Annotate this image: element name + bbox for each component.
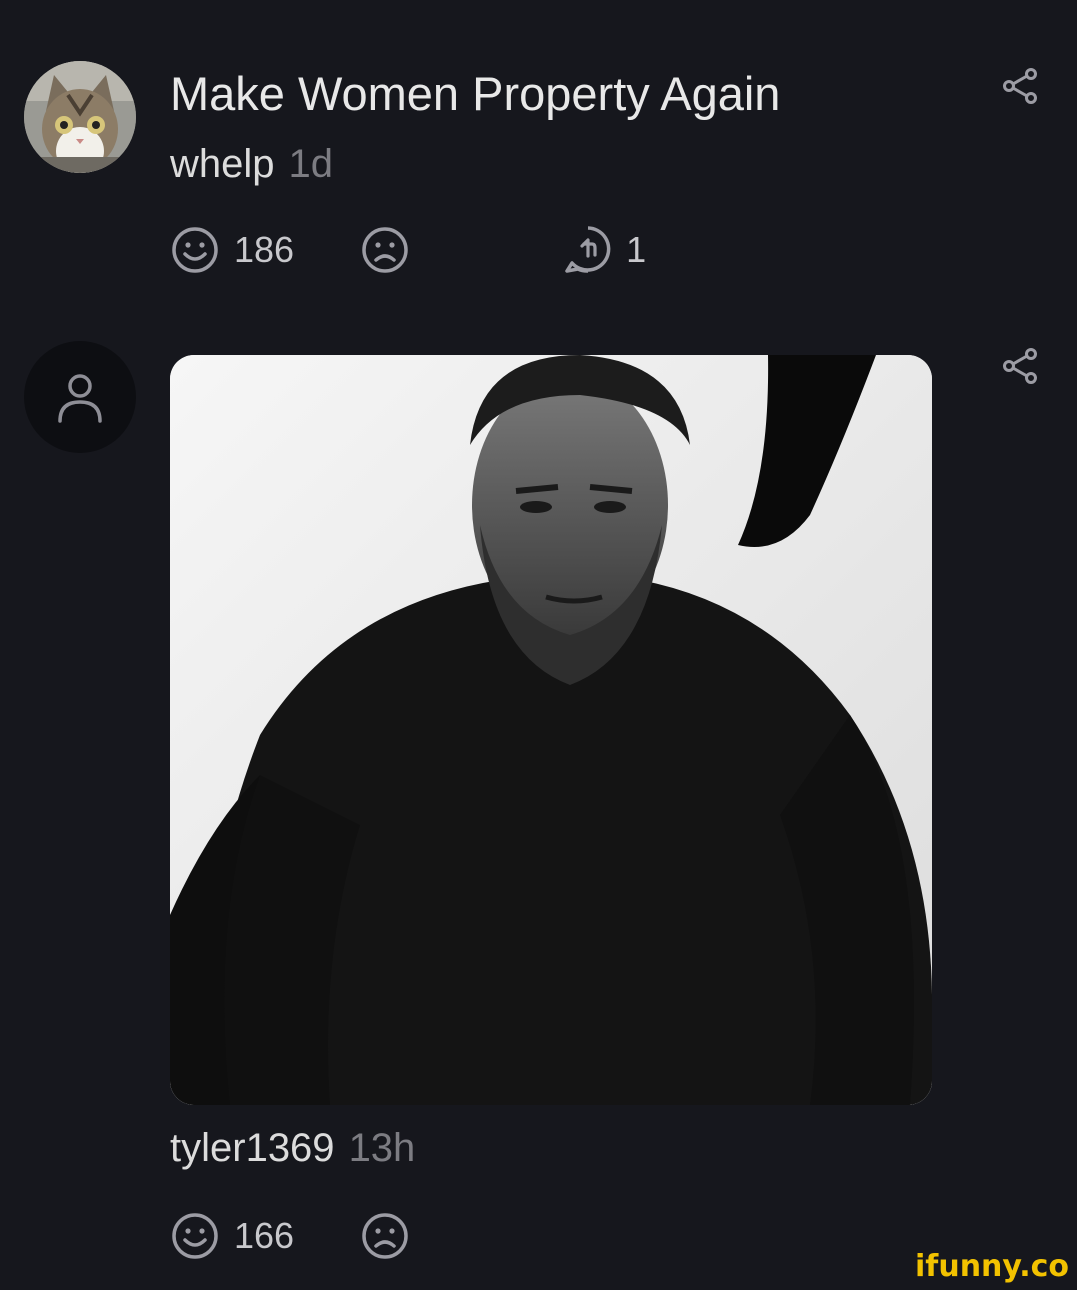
post-meta: whelp 1d (170, 142, 333, 187)
dislike-button[interactable] (360, 225, 410, 275)
comment-username[interactable]: tyler1369 (170, 1126, 335, 1170)
user-icon (58, 374, 102, 423)
like-count: 166 (234, 1215, 295, 1256)
share-icon (1003, 68, 1037, 104)
comment-meta: tyler1369 13h (170, 1126, 415, 1171)
like-count: 186 (234, 229, 295, 270)
avatar[interactable] (24, 61, 136, 173)
share-icon (1003, 348, 1037, 384)
frown-icon (362, 227, 408, 273)
reply-icon (565, 226, 611, 273)
share-button[interactable] (1000, 346, 1040, 391)
cat-avatar-image (24, 61, 136, 173)
smile-icon (172, 227, 218, 273)
post-reactions: 186 1 (170, 224, 646, 276)
comment-time: 13h (348, 1126, 416, 1170)
comment-image[interactable] (170, 355, 932, 1105)
like-button[interactable]: 166 (170, 1211, 294, 1261)
post-time: 1d (288, 142, 334, 186)
share-button[interactable] (1000, 66, 1040, 111)
like-button[interactable]: 186 (170, 225, 294, 275)
reply-button[interactable]: 1 (562, 224, 646, 276)
post-title: Make Women Property Again (170, 67, 781, 120)
man-photo (170, 355, 932, 1105)
comment-reactions: 166 (170, 1210, 410, 1262)
watermark: ifunny.co (915, 1249, 1069, 1284)
dislike-button[interactable] (360, 1211, 410, 1261)
reply-count: 1 (626, 229, 647, 270)
avatar[interactable] (24, 341, 136, 453)
frown-icon (362, 1213, 408, 1259)
smile-icon (172, 1213, 218, 1259)
post-username[interactable]: whelp (170, 142, 275, 186)
